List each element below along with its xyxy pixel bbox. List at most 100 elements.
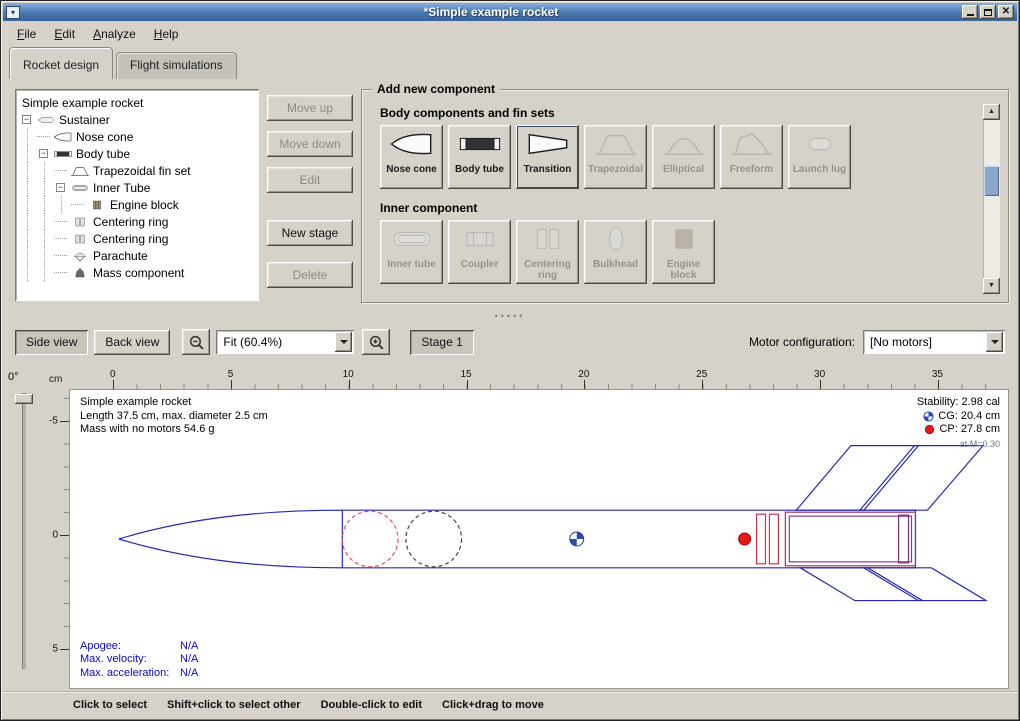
new-stage-button[interactable]: New stage <box>267 220 353 246</box>
centering-ring-outline[interactable] <box>757 514 766 564</box>
tree-connector <box>54 238 67 239</box>
parachute-outline[interactable] <box>342 511 398 567</box>
ruler-tick <box>113 380 114 389</box>
scrollbar-thumb[interactable] <box>984 166 999 196</box>
add-transition-button[interactable]: Transition <box>516 125 579 189</box>
menu-help[interactable]: Help <box>146 24 187 44</box>
rocket-body-outline[interactable] <box>119 446 986 601</box>
ruler-number: 35 <box>932 369 943 380</box>
component-button-label: Elliptical <box>662 164 705 175</box>
back-view-button[interactable]: Back view <box>94 330 170 355</box>
ruler-tick <box>938 380 939 389</box>
tree-guide <box>37 213 54 230</box>
rotation-slider[interactable] <box>22 393 26 669</box>
sim-result-label: Apogee: <box>80 640 180 654</box>
window-menu-icon[interactable]: ▾ <box>6 6 20 19</box>
tree-expander-icon[interactable]: − <box>22 115 31 124</box>
rocket-info-block: Simple example rocket Length 37.5 cm, ma… <box>80 396 268 437</box>
tree-guide <box>20 162 37 179</box>
tree-connector <box>54 272 67 273</box>
simulation-results-block: Apogee:N/AMax. velocity:N/AMax. accelera… <box>80 640 198 681</box>
tree-expander-icon[interactable]: − <box>39 149 48 158</box>
side-view-button[interactable]: Side view <box>15 330 88 355</box>
zoom-out-icon <box>188 334 205 351</box>
tab-flight-simulations[interactable]: Flight simulations <box>116 52 237 79</box>
sim-result-row: Max. velocity:N/A <box>80 653 198 667</box>
tree-guide <box>20 230 37 247</box>
tab-strip: Rocket designFlight simulations <box>3 46 1017 79</box>
chevron-down-icon[interactable] <box>335 332 352 352</box>
inner-tube-outline[interactable] <box>785 512 915 566</box>
tree-item-label: Sustainer <box>59 113 110 127</box>
horizontal-ruler: 05101520253035 <box>69 371 1009 389</box>
tree-item-centering-ring[interactable]: Centering ring <box>20 213 257 230</box>
fin-upper-1[interactable] <box>796 446 918 511</box>
centering-ring-icon <box>69 216 90 228</box>
component-button-label: Inner tube <box>386 259 436 270</box>
rocket-view-region: 0° cm 05101520253035 -505 <box>1 361 1019 691</box>
tab-rocket-design[interactable]: Rocket design <box>9 47 113 79</box>
zoom-level-select[interactable]: Fit (60.4%) <box>216 330 354 354</box>
menu-bar: FileEditAnalyzeHelp <box>3 22 1017 46</box>
rocket-canvas[interactable]: Simple example rocket Length 37.5 cm, ma… <box>69 389 1009 689</box>
menu-edit[interactable]: Edit <box>46 24 83 44</box>
zoom-level-value: Fit (60.4%) <box>216 335 333 349</box>
add-new-component-title: Add new component <box>372 82 500 96</box>
stage-1-toggle[interactable]: Stage 1 <box>410 330 473 355</box>
tree-item-body-tube[interactable]: −Body tube <box>20 145 257 162</box>
ruler-number: 0 <box>52 530 58 541</box>
tree-item-trapezoidal-fin-set[interactable]: Trapezoidal fin set <box>20 162 257 179</box>
tree-guide <box>20 179 37 196</box>
component-panel-scrollbar[interactable]: ▲ ▼ <box>983 104 1000 294</box>
add-nose-cone-button[interactable]: Nose cone <box>380 125 443 189</box>
fin-upper-2[interactable] <box>860 446 983 511</box>
mass-component-outline[interactable] <box>406 511 462 567</box>
zoom-in-button[interactable] <box>362 329 390 355</box>
tree-item-sustainer[interactable]: − Sustainer <box>20 111 257 128</box>
tree-item-label: Centering ring <box>93 215 168 229</box>
engine-block-outline[interactable] <box>899 515 909 563</box>
menu-analyze[interactable]: Analyze <box>85 24 144 44</box>
status-hint: Double-click to edit <box>321 699 422 711</box>
tree-item-nose-cone[interactable]: Nose cone <box>20 128 257 145</box>
ruler-number: 25 <box>696 369 707 380</box>
ruler-tick <box>231 380 232 389</box>
centering-ring-outline[interactable] <box>769 514 778 564</box>
sim-result-value: N/A <box>180 653 198 665</box>
transition-icon <box>525 130 571 163</box>
chevron-down-icon[interactable] <box>986 332 1003 352</box>
tree-item-mass-component[interactable]: Mass component <box>20 264 257 281</box>
tree-item-centering-ring[interactable]: Centering ring <box>20 230 257 247</box>
maximize-button[interactable] <box>980 5 996 19</box>
tree-expander-icon[interactable]: − <box>56 183 65 192</box>
splitter-handle[interactable] <box>1 311 1019 323</box>
motor-configuration-select[interactable]: [No motors] <box>863 330 1005 354</box>
component-tree[interactable]: Simple example rocket − SustainerNose con… <box>15 89 259 301</box>
tree-item-rocket-root[interactable]: Simple example rocket <box>20 94 257 111</box>
body-components-label: Body components and fin sets <box>380 106 1008 120</box>
inner-components[interactable] <box>342 511 915 567</box>
tree-guide <box>37 162 54 179</box>
add-body-tube-button[interactable]: Body tube <box>448 125 511 189</box>
sim-result-label: Max. velocity: <box>80 653 180 667</box>
close-button[interactable]: ✕ <box>998 5 1014 19</box>
menu-file[interactable]: File <box>9 24 44 44</box>
tree-guide <box>37 179 54 196</box>
tree-item-parachute[interactable]: Parachute <box>20 247 257 264</box>
tree-item-inner-tube[interactable]: −Inner Tube <box>20 179 257 196</box>
fin-lower-1[interactable] <box>800 568 922 601</box>
tree-item-engine-block[interactable]: Engine block <box>20 196 257 213</box>
fin-lower-2[interactable] <box>864 568 986 601</box>
add-bulkhead-button: Bulkhead <box>584 220 647 284</box>
maximize-icon <box>984 9 992 16</box>
minimize-button[interactable] <box>962 5 978 19</box>
centering-ring-icon <box>525 225 571 258</box>
scroll-down-icon[interactable]: ▼ <box>983 278 1000 294</box>
rotation-slider-handle[interactable] <box>15 394 33 404</box>
tree-guide <box>37 264 54 281</box>
inner-component-label: Inner component <box>380 201 1008 215</box>
engine-block-icon <box>86 199 107 211</box>
scroll-up-icon[interactable]: ▲ <box>983 104 1000 120</box>
zoom-out-button[interactable] <box>182 329 210 355</box>
inner-tube-inner-outline[interactable] <box>789 516 911 562</box>
